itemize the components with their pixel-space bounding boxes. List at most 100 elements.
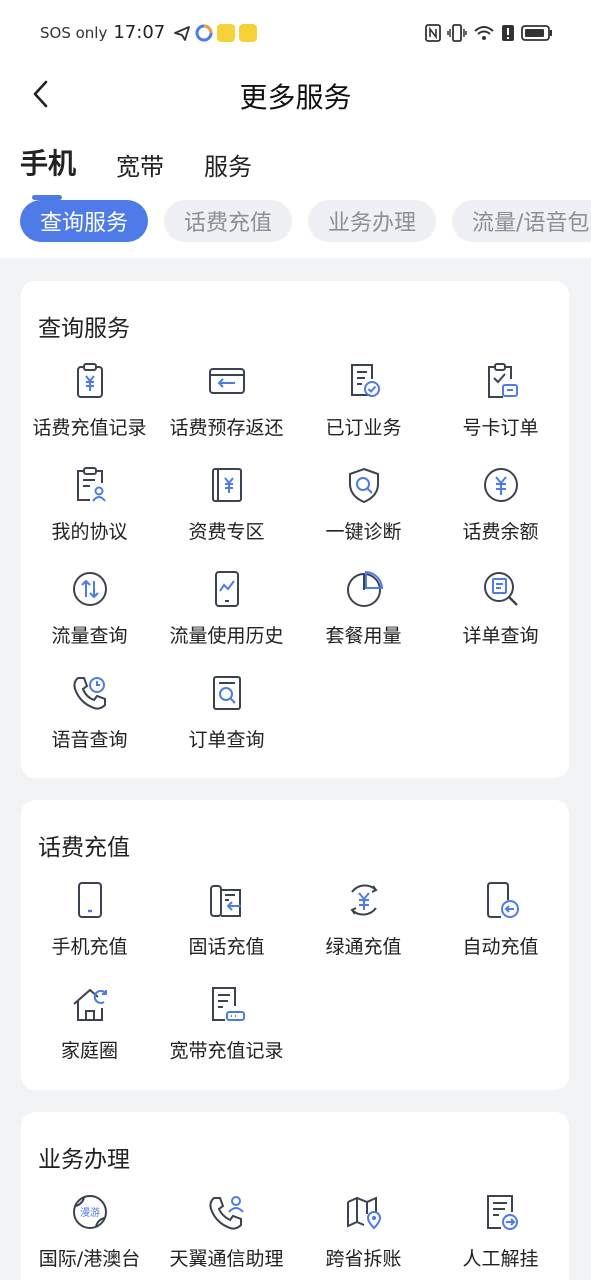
shield-search-icon [348,467,379,504]
service-item[interactable]: 话费充值记录 [21,361,158,451]
phone-arrow-icon [486,882,519,918]
service-item-label: 订单查询 [188,729,265,751]
status-bar: SOS only 17:07 [0,18,591,48]
service-item-label: 已订业务 [325,417,402,439]
recharge-card: 话费充值 手机充值 固话充值 绿通充值 自动充值 家庭圈 宽带充值记录 [21,800,569,1090]
service-item-label: 语音查询 [51,729,128,751]
service-item[interactable]: 手机充值 [21,880,158,970]
service-item-label: 我的协议 [51,521,128,543]
service-item-label: 详单查询 [462,625,539,647]
phone-clock-icon [72,677,106,710]
carrier-text: SOS only [40,23,108,42]
service-item-label: 绿通充值 [325,936,402,958]
service-item-label: 流量查询 [51,625,128,647]
service-item[interactable]: 自动充值 [432,880,569,970]
document-search-icon [212,676,241,710]
chip-business[interactable]: 业务办理 [308,200,437,242]
search-list-icon [483,572,518,606]
section-title: 业务办理 [38,1147,130,1173]
clipboard-card-icon [487,363,518,398]
clock: 17:07 [113,22,166,43]
app-icon [195,24,213,41]
service-item-label: 天翼通信助理 [169,1248,284,1270]
category-chips: 查询服务 话费充值 业务办理 流量/语音包 [20,200,591,244]
service-item-label: 套餐用量 [325,625,402,647]
battery-icon [521,25,552,41]
service-item[interactable]: 话费余额 [432,465,569,555]
tab-mobile[interactable]: 手机 [20,142,77,200]
section-title: 查询服务 [38,316,130,342]
phone-chart-icon [214,571,239,607]
wifi-icon [474,26,494,40]
service-item[interactable]: 人工解挂 [432,1192,569,1280]
landline-icon [209,885,241,917]
service-item-label: 国际/港澳台 [38,1248,141,1270]
chip-query-service[interactable]: 查询服务 [20,200,149,242]
query-service-card: 查询服务 话费充值记录 话费预存返还 已订业务 号卡订单 我的协议 资费专区 一 [21,281,569,778]
service-item[interactable]: 流量查询 [21,569,158,659]
service-item-label: 号卡订单 [462,417,539,439]
tab-label: 服务 [204,153,253,181]
service-item[interactable]: 已订业务 [295,361,432,451]
clipboard-yuan-icon [76,363,103,398]
service-item-label: 固话充值 [188,936,265,958]
main-tabs: 手机 宽带 服务 [20,142,292,200]
document-router-icon [211,987,245,1021]
service-item[interactable]: 流量使用历史 [158,569,295,659]
emoji-app-icon [217,23,236,42]
service-item[interactable]: 我的协议 [21,465,158,555]
service-item[interactable]: 漫游 国际/港澳台 [21,1192,158,1280]
map-pin-icon [346,1196,381,1230]
roaming-badge-text: 漫游 [80,1206,100,1219]
penguin-app-icon [239,23,258,42]
telegram-icon [174,25,191,41]
tab-label: 宽带 [116,153,165,181]
service-item-label: 话费预存返还 [169,417,284,439]
service-item[interactable]: 固话充值 [158,880,295,970]
nfc-icon [425,24,441,42]
service-item-label: 家庭圈 [60,1040,118,1062]
circle-yuan-icon [483,468,518,502]
service-item-label: 宽带充值记录 [169,1040,284,1062]
service-item[interactable]: 话费预存返还 [158,361,295,451]
service-item[interactable]: 详单查询 [432,569,569,659]
circle-arrows-icon [72,572,107,606]
section-title: 话费充值 [38,835,130,861]
chip-data-voice[interactable]: 流量/语音包 [452,200,591,242]
service-item-label: 自动充值 [462,936,539,958]
home-refresh-icon [72,988,107,1021]
service-item[interactable]: 套餐用量 [295,569,432,659]
chip-recharge[interactable]: 话费充值 [164,200,293,242]
service-item[interactable]: 绿通充值 [295,880,432,970]
business-card: 业务办理 漫游 国际/港澳台 天翼通信助理 跨省拆账 人工解挂 [21,1112,569,1280]
pie-chart-icon [346,570,383,607]
phone-user-icon [208,1196,244,1230]
tab-label: 手机 [20,147,77,180]
service-item[interactable]: 跨省拆账 [295,1192,432,1280]
service-item[interactable]: 语音查询 [21,673,158,763]
header: 更多服务 [0,70,591,118]
service-item[interactable]: 宽带充值记录 [158,984,295,1074]
service-item[interactable]: 订单查询 [158,673,295,763]
document-user-icon [76,467,106,502]
vibrate-icon [447,24,467,42]
circle-yuan-arrows-icon [349,884,378,916]
service-item-label: 人工解挂 [462,1248,539,1270]
service-item-label: 一键诊断 [325,521,402,543]
service-item-label: 跨省拆账 [325,1248,402,1270]
document-check-icon [350,364,380,397]
service-item[interactable]: 一键诊断 [295,465,432,555]
globe-roaming-icon: 漫游 [72,1195,107,1229]
service-item-label: 话费余额 [462,521,539,543]
tab-service[interactable]: 服务 [204,147,252,182]
service-item[interactable]: 天翼通信助理 [158,1192,295,1280]
service-item[interactable]: 号卡订单 [432,361,569,451]
page-title: 更多服务 [239,81,352,114]
service-item[interactable]: 资费专区 [158,465,295,555]
document-arrow-icon [486,1195,518,1230]
service-item[interactable]: 家庭圈 [21,984,158,1074]
service-item-label: 流量使用历史 [169,625,284,647]
service-item-label: 手机充值 [51,936,128,958]
service-item-label: 资费专区 [188,521,265,543]
tab-broadband[interactable]: 宽带 [116,147,164,182]
